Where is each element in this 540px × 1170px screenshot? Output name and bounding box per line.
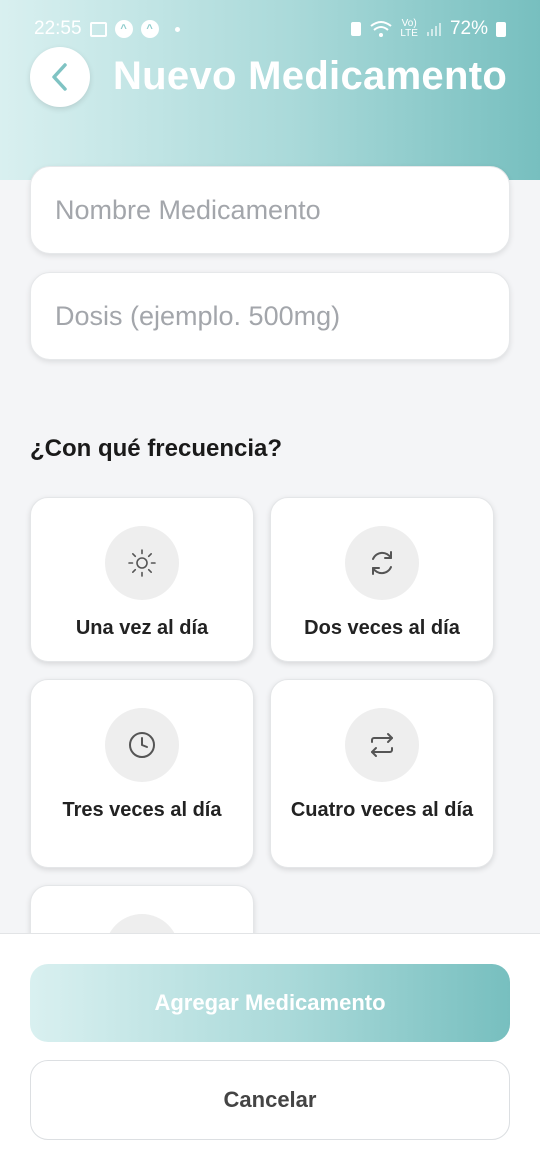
network-type-bottom: LTE: [400, 28, 418, 39]
medication-name-input[interactable]: [55, 194, 485, 226]
option-label: Tres veces al día: [62, 799, 222, 821]
chevron-left-icon: [52, 63, 67, 91]
wifi-icon: [370, 21, 392, 37]
status-bar: 22:55 ^ ^ Vo) LTE 72%: [0, 0, 540, 58]
option-icon-circle: [345, 708, 419, 782]
signal-icon: [426, 23, 441, 36]
status-right: Vo) LTE 72%: [350, 18, 506, 40]
frequency-options-grid[interactable]: Una vez al día Dos veces al día Tres vec…: [0, 490, 540, 933]
option-icon-circle: [105, 708, 179, 782]
gallery-notification-icon: [89, 21, 107, 37]
status-time: 22:55: [34, 18, 82, 39]
frequency-option-three[interactable]: Tres veces al día: [30, 679, 254, 868]
clock-icon: [129, 732, 155, 758]
option-label: Dos veces al día: [304, 617, 460, 639]
frequency-option-twice[interactable]: Dos veces al día: [270, 497, 494, 662]
app-notification-icon-2: ^: [140, 20, 159, 38]
dose-field[interactable]: [30, 272, 510, 360]
medication-name-field[interactable]: [30, 166, 510, 254]
option-icon-circle: [345, 526, 419, 600]
status-left: 22:55 ^ ^: [34, 18, 180, 40]
option-label: Una vez al día: [75, 617, 209, 639]
option-icon-circle: [105, 526, 179, 600]
cancel-button[interactable]: Cancelar: [30, 1060, 510, 1140]
app-notification-icon: ^: [114, 20, 133, 38]
back-button[interactable]: [30, 47, 90, 107]
option-label: Cuatro veces al día: [290, 799, 474, 821]
frequency-label: ¿Con qué frecuencia?: [30, 435, 283, 462]
add-medication-button[interactable]: Agregar Medicamento: [30, 964, 510, 1042]
battery-icon: [496, 21, 506, 37]
frequency-option-more[interactable]: [30, 885, 254, 933]
option-icon-circle: [105, 914, 179, 933]
refresh-icon: [372, 551, 392, 575]
page-title: Nuevo Medicamento: [113, 54, 508, 98]
dose-input[interactable]: [55, 300, 485, 332]
more-notifications-icon: [174, 26, 180, 32]
frequency-option-once[interactable]: Una vez al día: [30, 497, 254, 662]
repeat-icon: [371, 733, 393, 757]
network-type-indicator: Vo) LTE: [400, 19, 418, 39]
sun-icon: [128, 549, 156, 577]
battery-percentage: 72%: [449, 18, 488, 39]
frequency-option-four[interactable]: Cuatro veces al día: [270, 679, 494, 868]
sim-icon: [351, 22, 362, 36]
